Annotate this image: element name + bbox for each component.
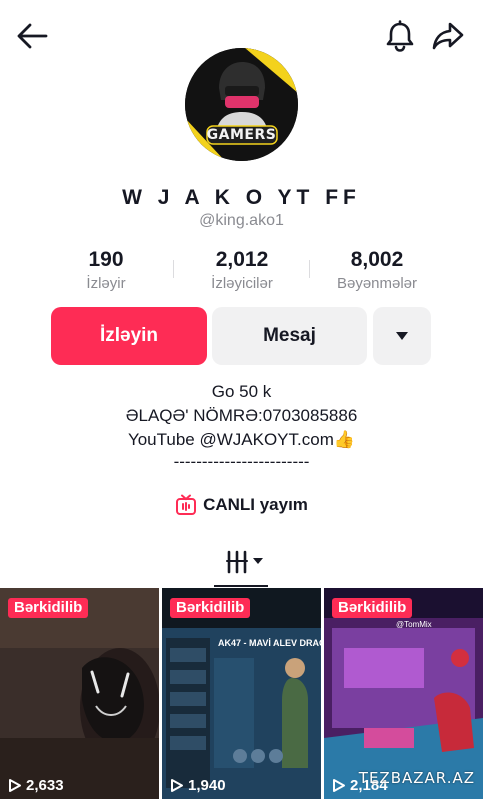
view-count-value: 2,633 (26, 777, 64, 794)
live-tv-icon (176, 494, 197, 515)
content-tabs (0, 538, 483, 590)
followers-stat[interactable]: 2,012 İzləyicilər (192, 248, 292, 292)
grid-filter-icon (226, 550, 263, 574)
stat-divider (173, 260, 174, 278)
bell-icon[interactable] (380, 16, 420, 56)
caret-down-icon (396, 332, 408, 340)
active-tab-indicator (214, 585, 268, 587)
message-button[interactable]: Mesaj (212, 307, 367, 365)
view-count: 1,940 (170, 777, 226, 794)
live-label: CANLI yayım (203, 495, 308, 514)
followers-count: 2,012 (215, 248, 269, 271)
display-name: W J A K O YT FF (122, 186, 361, 209)
following-stat[interactable]: 190 İzləyir (60, 248, 152, 292)
pinned-badge: Bərkidilib (8, 598, 89, 618)
more-options-button[interactable] (373, 307, 431, 365)
profile-stats: 190 İzləyir 2,012 İzləyicilər 8,002 Bəyə… (0, 248, 483, 298)
followers-label: İzləyicilər (211, 275, 273, 292)
video-caption: AK47 - MAVİ ALEV DRAG (218, 638, 321, 648)
back-arrow-icon[interactable] (12, 18, 52, 54)
bio-divider-line: ------------------------ (173, 452, 310, 471)
video-thumbnail[interactable]: Bərkidilib 2,633 (0, 588, 159, 799)
following-count: 190 (88, 248, 124, 271)
avatar-logo-text: GAMERS (206, 127, 277, 143)
view-count: 2,633 (8, 777, 64, 794)
video-caption: @TomMix (396, 620, 432, 629)
likes-stat[interactable]: 8,002 Bəyənmələr (322, 248, 432, 292)
bio-line: Go 50 k (211, 382, 272, 401)
avatar[interactable]: GAMERS (185, 48, 298, 161)
bio-line: YouTube @WJAKOYT.com👍 (127, 430, 356, 449)
video-grid: Bərkidilib 2,633 AK47 - MAVİ ALEV DRAG B… (0, 588, 483, 799)
share-arrow-icon[interactable] (426, 16, 470, 56)
play-icon (171, 779, 183, 792)
view-count-value: 1,940 (188, 777, 226, 794)
username: @king.ako1 (199, 212, 284, 229)
video-thumbnail[interactable]: AK47 - MAVİ ALEV DRAG Bərkidilib 1,940 (162, 588, 321, 799)
following-label: İzləyir (86, 275, 126, 292)
likes-label: Bəyənmələr (336, 275, 418, 292)
live-link[interactable]: CANLI yayım (0, 494, 483, 516)
pinned-badge: Bərkidilib (170, 598, 251, 618)
video-thumbnail[interactable]: @TomMix Bərkidilib 2,184 TEZBAZAR.AZ (324, 588, 483, 799)
play-icon (333, 779, 345, 792)
follow-button[interactable]: İzləyin (51, 307, 207, 365)
watermark: TEZBAZAR.AZ (358, 769, 475, 787)
bio-line: ƏLAQƏ' NÖMRƏ:0703085886 (125, 406, 358, 425)
play-icon (9, 779, 21, 792)
likes-count: 8,002 (350, 248, 404, 271)
stat-divider (309, 260, 310, 278)
videos-tab[interactable] (224, 548, 268, 576)
pinned-badge: Bərkidilib (332, 598, 413, 618)
